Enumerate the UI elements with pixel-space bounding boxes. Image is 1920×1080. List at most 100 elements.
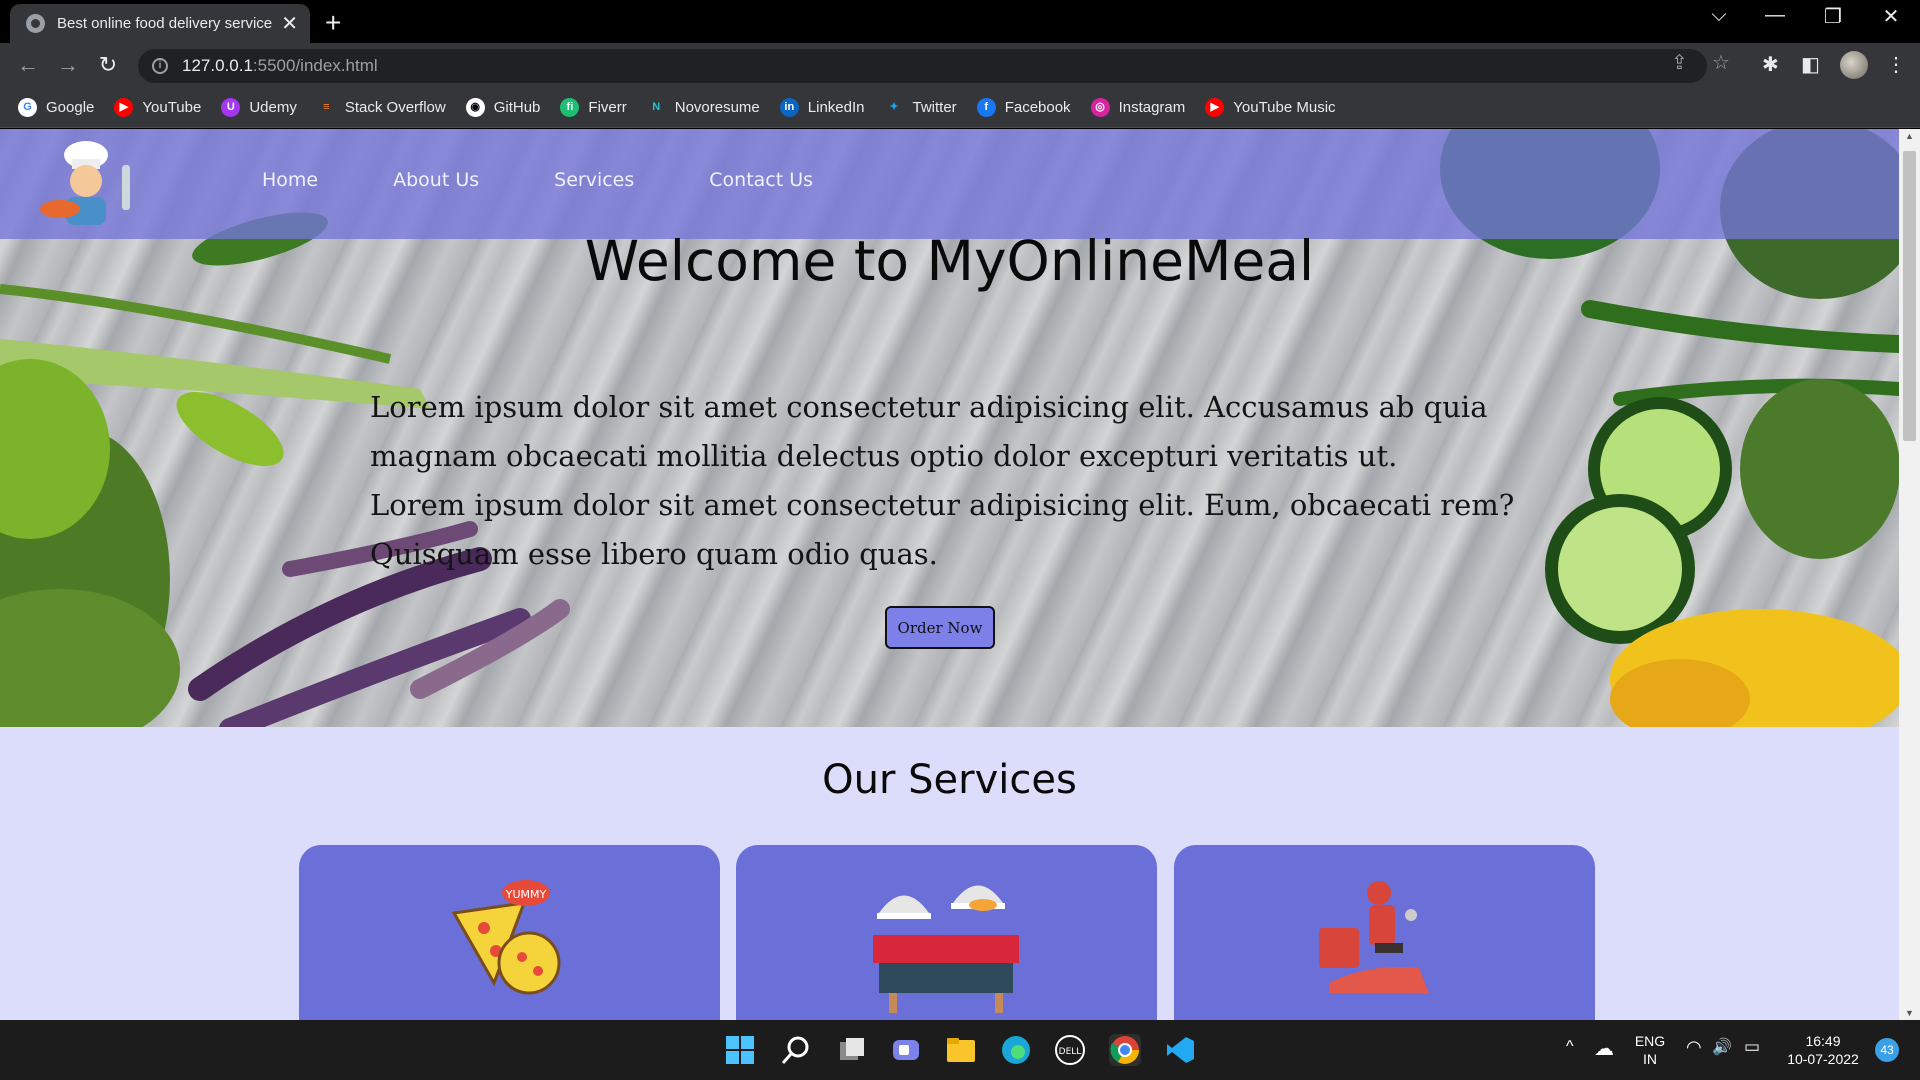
bookmark-label: Udemy xyxy=(249,99,297,116)
tab-close-icon[interactable]: ✕ xyxy=(281,11,298,36)
dell-icon[interactable]: DELL xyxy=(1054,1034,1086,1066)
novoresume-icon: N xyxy=(646,98,666,117)
clock[interactable]: 16:49 10-07-2022 xyxy=(1780,1032,1866,1068)
service-card-delivery[interactable] xyxy=(1174,845,1595,1020)
bookmark-stack-overflow[interactable]: ≡ Stack Overflow xyxy=(316,98,446,117)
hero-section: Home About Us Services Contact Us Welcom… xyxy=(0,129,1899,727)
services-title: Our Services xyxy=(822,757,1077,803)
nav-link-services[interactable]: Services xyxy=(554,169,634,191)
tab-search-icon[interactable]: ⌵ xyxy=(1694,4,1744,27)
browser-toolbar: ← → ↻ i 127.0.0.1:5500/index.html ⇪ ☆ ✱ … xyxy=(0,43,1920,88)
language-code: ENG xyxy=(1634,1033,1666,1049)
side-panel-icon[interactable]: ◧ xyxy=(1801,52,1820,77)
region-code: IN xyxy=(1643,1051,1657,1067)
address-bar[interactable]: i 127.0.0.1:5500/index.html xyxy=(138,49,1707,83)
onedrive-icon[interactable]: ☁ xyxy=(1594,1036,1614,1061)
browser-tab[interactable]: Best online food delivery service ✕ xyxy=(10,4,310,43)
url-host: 127.0.0.1 xyxy=(182,56,253,75)
bookmark-udemy[interactable]: U Udemy xyxy=(221,98,297,117)
extensions-icon[interactable]: ✱ xyxy=(1762,52,1779,77)
chrome-icon[interactable] xyxy=(1109,1034,1141,1066)
bookmark-label: LinkedIn xyxy=(807,99,865,116)
notification-badge[interactable]: 43 xyxy=(1875,1038,1899,1062)
vscode-icon[interactable] xyxy=(1164,1034,1196,1066)
bookmark-label: YouTube Music xyxy=(1233,99,1336,116)
bookmark-facebook[interactable]: f Facebook xyxy=(976,98,1071,117)
forward-button[interactable]: → xyxy=(53,52,83,78)
bookmark-youtube-music[interactable]: ▶ YouTube Music xyxy=(1205,98,1336,117)
volume-icon[interactable]: 🔊 xyxy=(1712,1037,1732,1057)
linkedin-icon: in xyxy=(779,98,799,117)
reload-button[interactable]: ↻ xyxy=(93,52,123,78)
scroll-down-arrow-icon[interactable]: ▼ xyxy=(1905,1008,1914,1018)
battery-icon[interactable]: ▭ xyxy=(1744,1037,1760,1057)
youtube-music-icon: ▶ xyxy=(1205,98,1225,117)
delivery-scooter-icon xyxy=(1319,881,1429,993)
order-now-button[interactable]: Order Now xyxy=(885,606,995,649)
browser-menu-icon[interactable]: ⋮ xyxy=(1886,52,1906,77)
udemy-icon: U xyxy=(221,98,241,117)
site-navbar: Home About Us Services Contact Us xyxy=(0,129,1899,239)
search-icon[interactable] xyxy=(780,1034,812,1066)
bookmark-label: Google xyxy=(46,99,95,116)
hero-paragraph-1: Lorem ipsum dolor sit amet consectetur a… xyxy=(370,390,1488,473)
bookmark-github[interactable]: ◉ GitHub xyxy=(465,98,541,117)
close-window-button[interactable]: ✕ xyxy=(1866,4,1916,29)
edge-icon[interactable] xyxy=(1000,1034,1032,1066)
bookmark-fiverr[interactable]: fi Fiverr xyxy=(560,98,627,117)
nav-link-home[interactable]: Home xyxy=(262,169,318,191)
teams-chat-icon[interactable] xyxy=(890,1034,922,1066)
github-icon: ◉ xyxy=(465,98,485,117)
bookmark-label: GitHub xyxy=(493,99,541,116)
back-button[interactable]: ← xyxy=(13,52,43,78)
bookmark-youtube[interactable]: ▶ YouTube xyxy=(114,98,201,117)
url-path: :5500/index.html xyxy=(252,56,378,75)
bookmark-label: Twitter xyxy=(912,99,957,116)
globe-icon xyxy=(26,14,45,33)
tray-chevron-icon[interactable]: ^ xyxy=(1566,1038,1574,1056)
google-icon: G xyxy=(18,98,37,117)
stackoverflow-icon: ≡ xyxy=(316,98,336,117)
scrollbar-thumb[interactable] xyxy=(1903,151,1916,441)
bookmark-instagram[interactable]: ◎ Instagram xyxy=(1090,98,1185,117)
url-text: 127.0.0.1:5500/index.html xyxy=(182,56,378,76)
restore-button[interactable]: ❐ xyxy=(1808,4,1858,29)
task-view-icon[interactable] xyxy=(836,1034,868,1066)
share-icon[interactable]: ⇪ xyxy=(1671,50,1688,75)
bookmark-twitter[interactable]: ✦ Twitter xyxy=(884,98,957,117)
new-tab-button[interactable]: + xyxy=(325,7,341,39)
tab-title: Best online food delivery service xyxy=(57,15,273,32)
service-card-pizza[interactable]: YUMMY xyxy=(299,845,720,1020)
file-explorer-icon[interactable] xyxy=(945,1034,977,1066)
chef-logo-icon[interactable] xyxy=(36,135,142,231)
site-info-icon[interactable]: i xyxy=(152,58,168,74)
nav-link-about[interactable]: About Us xyxy=(393,169,479,191)
bookmark-google[interactable]: G Google xyxy=(18,98,94,117)
clock-date: 10-07-2022 xyxy=(1787,1051,1859,1067)
yummy-text: YUMMY xyxy=(505,888,547,901)
instagram-icon: ◎ xyxy=(1090,98,1110,117)
nav-link-contact[interactable]: Contact Us xyxy=(709,169,813,191)
site-nav-links: Home About Us Services Contact Us xyxy=(262,169,888,191)
bookmark-label: YouTube xyxy=(142,99,202,116)
windows-start-icon[interactable] xyxy=(724,1034,756,1066)
language-indicator[interactable]: ENG IN xyxy=(1630,1032,1670,1068)
youtube-icon: ▶ xyxy=(114,98,134,117)
bookmark-label: Stack Overflow xyxy=(344,99,446,116)
bookmark-label: Facebook xyxy=(1004,99,1071,116)
page-scrollbar[interactable]: ▲ ▼ xyxy=(1899,129,1920,1020)
hero-title: Welcome to MyOnlineMeal xyxy=(584,229,1315,293)
facebook-icon: f xyxy=(976,98,996,117)
dell-label: DELL xyxy=(1059,1047,1082,1057)
minimize-button[interactable]: — xyxy=(1750,4,1800,27)
bookmark-linkedin[interactable]: in LinkedIn xyxy=(779,98,865,117)
wifi-icon[interactable]: ◠ xyxy=(1686,1037,1702,1058)
hero-paragraph-2: Lorem ipsum dolor sit amet consectetur a… xyxy=(370,488,1515,571)
profile-avatar[interactable] xyxy=(1840,51,1868,79)
windows-taskbar: DELL ^ ☁ ENG IN ◠ 🔊 ▭ 16:49 10-07-2022 4… xyxy=(0,1020,1920,1080)
bookmark-novoresume[interactable]: N Novoresume xyxy=(646,98,760,117)
bookmarks-bar: G Google ▶ YouTube U Udemy ≡ Stack Overflow ◉ Git… xyxy=(0,88,1920,128)
service-card-catering[interactable] xyxy=(736,845,1157,1020)
bookmark-star-icon[interactable]: ☆ xyxy=(1712,50,1730,75)
scroll-up-arrow-icon[interactable]: ▲ xyxy=(1905,131,1914,141)
